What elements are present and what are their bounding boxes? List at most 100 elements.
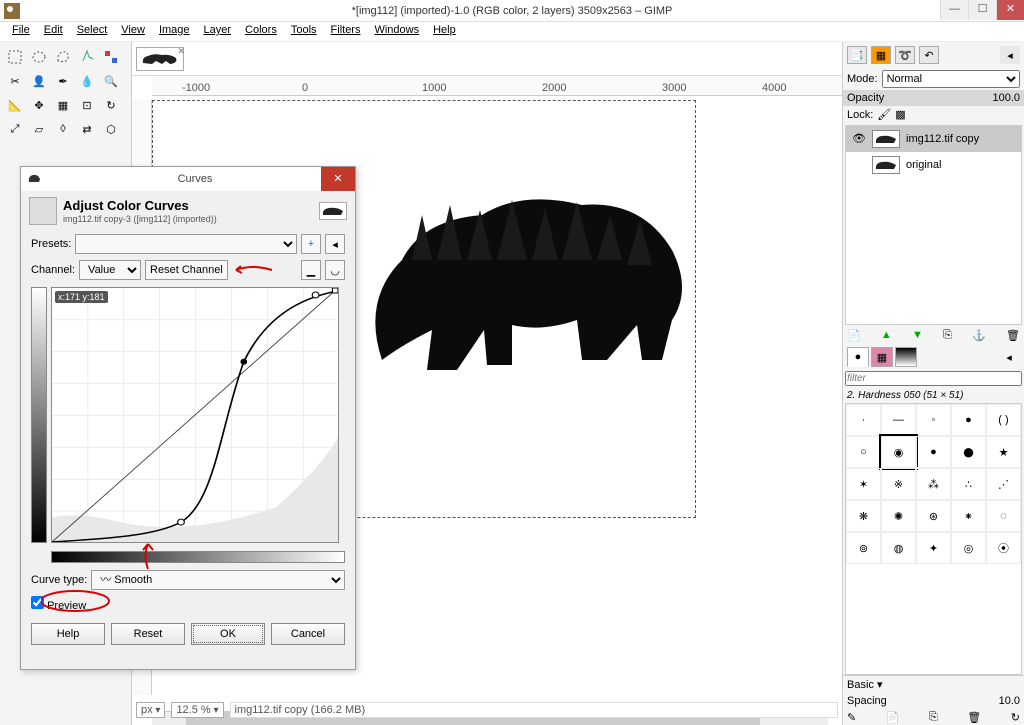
menu-tools[interactable]: Tools xyxy=(285,22,323,41)
tool-measure[interactable]: 📐 xyxy=(4,94,26,116)
brush-new-icon[interactable]: 📄 xyxy=(886,711,900,723)
image-tab[interactable]: ✕ xyxy=(136,47,184,71)
channel-label: Channel: xyxy=(31,264,75,276)
preset-menu-icon[interactable]: ◂ xyxy=(325,234,345,254)
anchor-layer-icon[interactable]: ⚓ xyxy=(972,329,986,341)
tool-zoom[interactable]: 🔍 xyxy=(100,70,122,92)
patterns-tab-icon[interactable]: ▦ xyxy=(871,347,893,367)
tab-close-icon[interactable]: ✕ xyxy=(177,46,185,57)
menu-help[interactable]: Help xyxy=(427,22,462,41)
curves-graph[interactable] xyxy=(51,287,339,543)
annotation-circle-preview xyxy=(41,589,121,613)
help-button[interactable]: Help xyxy=(31,623,105,645)
reset-channel-button[interactable]: Reset Channel xyxy=(145,260,228,280)
layer-thumb xyxy=(872,130,900,148)
ok-button[interactable]: OK xyxy=(191,623,265,645)
tool-align[interactable]: ▦ xyxy=(52,94,74,116)
presets-label: Presets: xyxy=(31,238,71,250)
close-button[interactable]: ✕ xyxy=(996,0,1024,20)
menu-select[interactable]: Select xyxy=(71,22,114,41)
channel-select[interactable]: Value xyxy=(79,260,141,280)
mode-select[interactable]: Normal xyxy=(882,70,1020,88)
brush-spacing-slider[interactable]: Spacing 10.0 xyxy=(843,693,1024,709)
tool-scissors[interactable]: ✂ xyxy=(4,70,26,92)
eye-icon[interactable]: 👁 xyxy=(852,132,866,146)
lower-layer-icon[interactable]: ▼ xyxy=(912,329,923,341)
tool-by-color[interactable] xyxy=(100,46,122,68)
window-titlebar: *[img112] (imported)-1.0 (RGB color, 2 l… xyxy=(0,0,1024,22)
ruler-horizontal: -1000 0 1000 2000 3000 4000 xyxy=(152,76,842,96)
menu-edit[interactable]: Edit xyxy=(38,22,69,41)
tool-flip[interactable]: ⇄ xyxy=(76,118,98,140)
brushes-tab-icon[interactable]: ● xyxy=(847,347,869,367)
layer-item[interactable]: original xyxy=(846,152,1021,178)
add-preset-icon[interactable]: + xyxy=(301,234,321,254)
dock-menu-icon[interactable]: ◂ xyxy=(1000,46,1020,64)
tool-rect-select[interactable] xyxy=(4,46,26,68)
brush-grid[interactable]: ·—◦●( ) ○◉●●★ ✶※⁂∴⋰ ❋✺⊛⁕◌ ⊚◍✦◎⦿ xyxy=(845,403,1022,675)
menu-windows[interactable]: Windows xyxy=(368,22,425,41)
eye-icon[interactable] xyxy=(852,158,866,172)
right-dock: 📑 ▦ ➰ ↶ ◂ Mode: Normal Opacity 100.0 Loc… xyxy=(842,42,1024,725)
tool-perspective[interactable]: ◊ xyxy=(52,118,74,140)
tool-fuzzy-select[interactable] xyxy=(76,46,98,68)
tool-rotate[interactable]: ↻ xyxy=(100,94,122,116)
lock-pixels-icon[interactable]: 🖌 xyxy=(877,108,891,121)
histogram-linear-icon[interactable]: ▁ xyxy=(301,260,321,280)
raise-layer-icon[interactable]: ▲ xyxy=(881,329,892,341)
new-layer-icon[interactable]: 📄 xyxy=(847,329,861,341)
gradients-tab-icon[interactable] xyxy=(895,347,917,367)
menu-image[interactable]: Image xyxy=(153,22,196,41)
annotation-arrow-channel xyxy=(133,541,163,571)
menu-filters[interactable]: Filters xyxy=(325,22,367,41)
tool-shear[interactable]: ▱ xyxy=(28,118,50,140)
statusbar: px ▾ 12.5 % ▾ img112.tif copy (166.2 MB) xyxy=(136,699,838,721)
tool-ellipse-select[interactable] xyxy=(28,46,50,68)
reset-button[interactable]: Reset xyxy=(111,623,185,645)
dock-tab-channels-icon[interactable]: ▦ xyxy=(871,46,891,64)
brush-edit-icon[interactable]: ✎ xyxy=(847,711,856,723)
zoom-selector[interactable]: 12.5 % ▾ xyxy=(171,702,223,718)
tool-cage[interactable]: ⬡ xyxy=(100,118,122,140)
presets-select[interactable] xyxy=(75,234,297,254)
tool-scale[interactable]: ⤢ xyxy=(4,118,26,140)
curve-coord-tooltip: x:171 y:181 xyxy=(55,291,108,303)
dialog-title: Curves xyxy=(41,173,349,185)
tool-foreground[interactable]: 👤 xyxy=(28,70,50,92)
cancel-button[interactable]: Cancel xyxy=(271,623,345,645)
output-gradient xyxy=(31,287,47,543)
brush-filter-input[interactable] xyxy=(845,371,1022,386)
dock-tab-undo-icon[interactable]: ↶ xyxy=(919,46,939,64)
curves-subheading: img112.tif copy-3 ([img112] (imported)) xyxy=(63,214,217,224)
menu-view[interactable]: View xyxy=(115,22,151,41)
histogram-log-icon[interactable]: ◡ xyxy=(325,260,345,280)
tool-crop[interactable]: ⊡ xyxy=(76,94,98,116)
duplicate-layer-icon[interactable]: ⎘ xyxy=(943,329,952,341)
app-icon xyxy=(4,3,20,19)
tool-color-picker[interactable]: 💧 xyxy=(76,70,98,92)
unit-selector[interactable]: px ▾ xyxy=(136,702,165,718)
minimize-button[interactable]: — xyxy=(940,0,968,20)
brush-preset-select[interactable]: Basic ▾ xyxy=(843,675,1024,693)
menu-colors[interactable]: Colors xyxy=(239,22,283,41)
canvas-image xyxy=(362,160,692,410)
dock-tab-layers-icon[interactable]: 📑 xyxy=(847,46,867,64)
opacity-slider[interactable]: Opacity 100.0 xyxy=(843,90,1024,106)
brush-del-icon[interactable]: 🗑 xyxy=(967,711,981,723)
dock-tab-paths-icon[interactable]: ➰ xyxy=(895,46,915,64)
brush-refresh-icon[interactable]: ↻ xyxy=(1011,711,1020,723)
lock-alpha-icon[interactable]: ▩ xyxy=(895,108,905,121)
tool-free-select[interactable] xyxy=(52,46,74,68)
dialog-close-button[interactable]: ✕ xyxy=(321,167,355,191)
tool-paths[interactable]: ✒ xyxy=(52,70,74,92)
image-tabs: ✕ xyxy=(132,42,842,76)
menu-layer[interactable]: Layer xyxy=(198,22,238,41)
layer-item[interactable]: 👁 img112.tif copy xyxy=(846,126,1021,152)
curve-type-select[interactable]: 〰 Smooth xyxy=(91,570,345,590)
maximize-button[interactable]: ☐ xyxy=(968,0,996,20)
delete-layer-icon[interactable]: 🗑 xyxy=(1006,329,1020,341)
brush-dup-icon[interactable]: ⎘ xyxy=(929,711,938,723)
brush-dock-menu-icon[interactable]: ◂ xyxy=(998,347,1020,367)
tool-move[interactable]: ✥ xyxy=(28,94,50,116)
menu-file[interactable]: File xyxy=(6,22,36,41)
